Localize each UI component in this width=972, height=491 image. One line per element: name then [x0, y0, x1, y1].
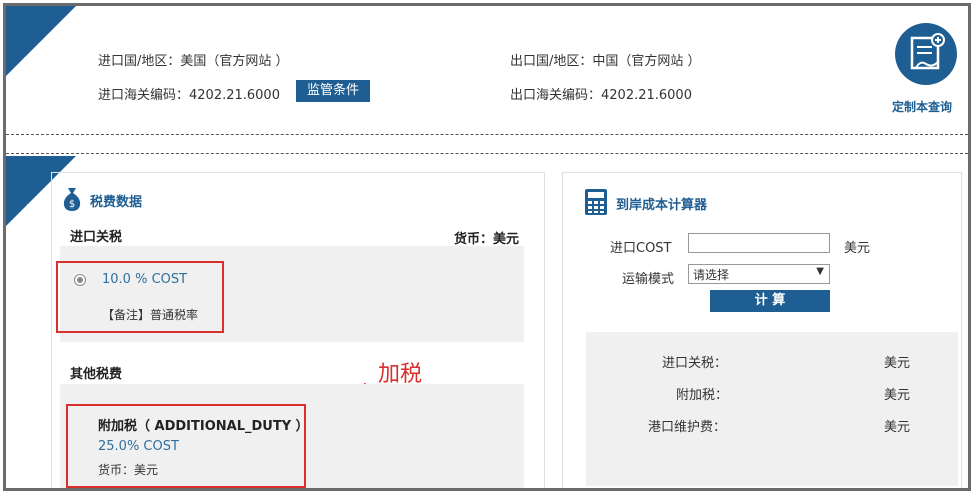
- transport-select[interactable]: 请选择 ▼: [688, 264, 830, 284]
- chevron-down-icon: ▼: [816, 266, 824, 277]
- additional-duty-rate: 25.0% COST: [98, 439, 179, 454]
- currency-label: 货币：美元: [454, 232, 520, 247]
- result-row-label: 附加税：: [676, 388, 729, 403]
- import-rate-note: 【备注】普通税率: [102, 308, 199, 322]
- divider-bottom: [6, 153, 968, 154]
- custom-query-link[interactable]: 定制本查询: [892, 98, 952, 115]
- additional-duty-currency: 货币：美元: [98, 463, 159, 477]
- tax-data-title: 税费数据: [90, 195, 143, 210]
- transport-select-value: 请选择: [693, 268, 730, 282]
- import-rate-value: 10.0 % COST: [102, 272, 188, 287]
- divider-top: [6, 134, 968, 135]
- import-duty-tab[interactable]: 进口关税: [70, 226, 122, 245]
- additional-duty-title: 附加税（ ADDITIONAL_DUTY ）: [98, 419, 309, 434]
- result-row-label: 进口关税：: [662, 356, 728, 371]
- calculator-title: 到岸成本计算器: [616, 198, 708, 213]
- result-row-unit: 美元: [884, 420, 911, 435]
- page-frame: 条件 进口国/地区：美国（官方网站 ） 进口海关编码：4202.21.6000 …: [3, 3, 971, 491]
- calculator-icon: [584, 188, 608, 216]
- calculate-button[interactable]: 计 算: [710, 290, 830, 312]
- cost-unit: 美元: [844, 241, 871, 256]
- cost-label: 进口COST: [610, 241, 672, 256]
- supervise-conditions-button[interactable]: 监管条件: [296, 80, 370, 102]
- result-row-unit: 美元: [884, 388, 911, 403]
- rate-radio[interactable]: [74, 274, 86, 286]
- import-hs-code: 进口海关编码：4202.21.6000: [98, 88, 280, 103]
- export-country: 出口国/地区：中国（官方网站 ）: [510, 54, 701, 69]
- import-country: 进口国/地区：美国（官方网站 ）: [98, 54, 289, 69]
- result-row-label: 港口维护费：: [648, 420, 727, 435]
- custom-query-icon[interactable]: [894, 22, 958, 86]
- money-bag-icon: $: [62, 184, 82, 212]
- other-taxes-tab[interactable]: 其他税费: [70, 363, 122, 382]
- svg-text:$: $: [69, 199, 75, 210]
- cost-input[interactable]: [688, 233, 830, 253]
- export-hs-code: 出口海关编码：4202.21.6000: [510, 88, 692, 103]
- result-row-unit: 美元: [884, 356, 911, 371]
- transport-label: 运输模式: [622, 272, 675, 287]
